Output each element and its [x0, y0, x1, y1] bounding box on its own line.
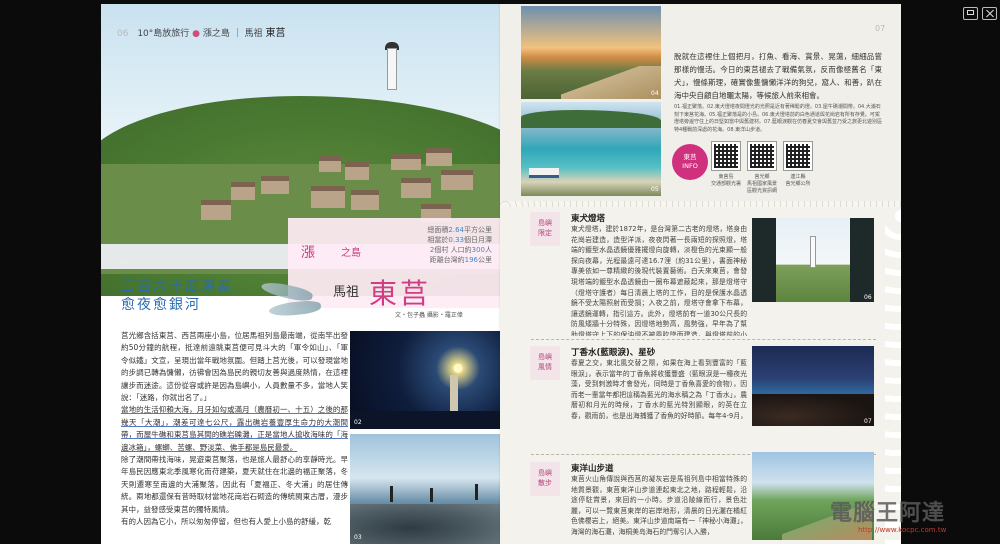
rocks [350, 504, 500, 544]
photo-sunset-coast: 04 [521, 6, 661, 99]
qr-code[interactable] [783, 141, 813, 171]
photo-captions: 01.福正聚落。02.東犬燈塔夜間燈光的光照是近有著稀鬆的燈。03.屋牛礁潮間帶… [674, 104, 882, 133]
section-body: 東莒火山角傳說與西莒的凝灰岩是馬祖列島中相當特殊的地質景觀，東莒東洋山步道連起東… [571, 475, 747, 536]
section-name: 漲之島 [202, 29, 230, 39]
magazine-spread: 06 10°島放旅行 ● 漲之島 ｜ 馬祖 東莒 01 漲 之島 總面積2.64… [101, 4, 901, 544]
section-body: 春夏之交，東北風交替之際，如果在海上看到豐富的「藍眼淚」，表示當年的丁香魚將收獲… [571, 359, 747, 420]
section-divider [531, 339, 876, 340]
series-title: 漲 [301, 245, 315, 261]
boat [529, 168, 559, 178]
article-body: 莒光鄉含括東莒、西莒兩座小島，位居馬祖列島最南端，從南竿出發約50分鐘的航程，抵… [121, 330, 348, 529]
village-house [351, 190, 379, 210]
paragraph: 除了潮間帶找海味，晃遊東莒聚落，也是旅人最舒心的享靜時光。早年島民因應東北季風寒… [121, 455, 348, 514]
photo-harbor: 05 [521, 102, 661, 196]
paragraph: 莒光鄉含括東莒、西莒兩座小島，位居馬祖列島最南端，從南竿出發約50分鐘的航程，抵… [121, 331, 348, 403]
page-number-right: 07 [875, 24, 886, 33]
headline-line-1: 三百六十度潮差 [121, 279, 233, 295]
series-name: 10°島放旅行 [137, 29, 190, 39]
night-ground [350, 411, 500, 429]
village-house [201, 200, 231, 220]
watermark-logo: 電腦王阿達 [830, 501, 946, 526]
village-house [391, 154, 421, 170]
scalloped-edge [885, 207, 901, 544]
stat-compare: 相當於0.33個日月潭 [427, 236, 492, 244]
qr-label: 連江縣 莒光鄉公所 [785, 174, 811, 187]
credits: 文・包子蟲 攝影・羅正偉 [395, 312, 463, 319]
section-tag: 島嶼 限定 [530, 212, 560, 246]
village-house [319, 156, 341, 172]
photo-number: 04 [651, 90, 659, 97]
section-tag: 島嶼 風情 [530, 346, 560, 380]
photo-blue-tears: 07 [752, 346, 874, 426]
qr-code[interactable] [747, 141, 777, 171]
lighthouse [387, 48, 397, 90]
info-badge-line2: INFO [682, 162, 698, 170]
series-title-suffix: 之島 [341, 248, 361, 259]
night-rocks [752, 394, 874, 426]
lighthouse-tower [450, 375, 458, 415]
island-stats: 總面積2.64平方公里 相當於0.33個日月潭 2個村 人口約300人 距離台灣… [398, 225, 492, 265]
village-house [345, 162, 369, 180]
paragraph-highlighted: 當地的生活仰賴大海，月牙如勾或滿月（農曆初一、十五）之後的那幾天「大潮」，潮差可… [121, 405, 348, 452]
intro-paragraph: 脫就在這裡住上個把月，打魚、看海、賞景、晃蕩，細細品嘗那樣的慢活。今日的東莒褪去… [674, 52, 882, 100]
door-frame-left [752, 218, 776, 302]
left-running-header: 06 10°島放旅行 ● 漲之島 ｜ 馬祖 東莒 [117, 28, 286, 39]
fish-illustration [268, 299, 322, 318]
lighthouse [810, 236, 816, 268]
photo-number: 06 [864, 294, 872, 301]
person-figure [430, 488, 433, 502]
watermark-url: http://www.kocpc.com.tw [858, 526, 947, 534]
region-label: 馬祖 [333, 285, 360, 300]
section-title: 丁香水(藍眼淚)、星砂 [571, 348, 656, 358]
header-region: 馬祖 [244, 29, 263, 39]
village-house [426, 148, 452, 166]
stat-area: 總面積2.64平方公里 [427, 226, 492, 234]
photo-number: 02 [354, 419, 362, 426]
section-title: 東犬燈塔 [571, 214, 606, 224]
stat-distance: 距離台灣約196公里 [429, 256, 492, 264]
page-title: 東莒 [369, 277, 432, 310]
headline-line-2: 愈夜愈銀河 [121, 297, 201, 313]
village-house [261, 176, 289, 194]
section-title: 東洋山步道 [571, 464, 614, 474]
village-house [401, 178, 431, 198]
person-figure [390, 486, 393, 502]
qr-label: 東莒島 交通部觀光署 [710, 174, 741, 187]
page-number-left: 06 [117, 29, 129, 39]
info-badge: 東莒 INFO [672, 144, 708, 180]
distant-island [521, 110, 661, 128]
village-house [231, 182, 255, 200]
person-figure [475, 484, 478, 500]
qr-code[interactable] [711, 141, 741, 171]
paragraph: 有的人因為它小，所以匆匆停留，但也有人愛上小島的舒緩，乾 [121, 517, 331, 527]
close-window-button[interactable] [982, 7, 997, 20]
pink-dot-icon: ● [192, 29, 203, 39]
headline: 三百六十度潮差 愈夜愈銀河 [121, 278, 233, 314]
photo-tidal-flat: 03 [350, 434, 500, 544]
header-place: 東莒 [265, 28, 286, 39]
photo-number: 07 [864, 418, 872, 425]
photo-number: 05 [651, 186, 659, 193]
door-frame-right [850, 218, 874, 302]
photo-number: 03 [354, 534, 362, 541]
photo-number: 01 [121, 259, 129, 266]
village-house [441, 170, 473, 190]
photo-lighthouse-wall: 06 [752, 218, 874, 302]
left-page: 06 10°島放旅行 ● 漲之島 ｜ 馬祖 東莒 01 漲 之島 總面積2.64… [101, 4, 500, 544]
stat-population: 2個村 人口約300人 [429, 246, 492, 254]
restore-window-button[interactable] [963, 7, 978, 20]
section-tag: 島嶼 散步 [530, 462, 560, 496]
section-body: 東犬燈塔，建於1872年，是台灣第二古老的燈塔，塔身由花崗岩建造，造型洋派，夜夜… [571, 225, 747, 336]
info-badge-line1: 東莒 [683, 153, 697, 161]
village-house [311, 186, 345, 208]
photo-lighthouse-night: 02 [350, 331, 500, 429]
coast-path [561, 66, 661, 99]
qr-label: 莒光鄉 馬祖國家風景 區觀光資訊網 [746, 174, 777, 194]
